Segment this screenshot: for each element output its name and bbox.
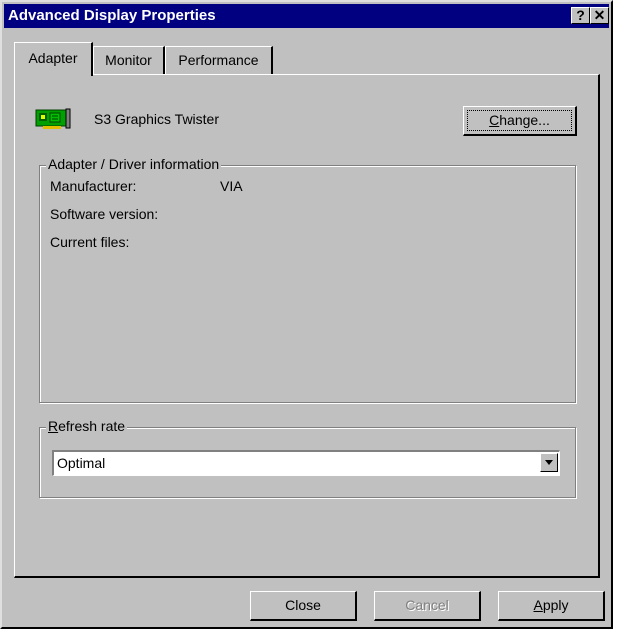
adapter-tab-panel: S3 Graphics Twister Change... Adapter / … (14, 74, 600, 578)
change-button[interactable]: Change... (463, 106, 577, 136)
manufacturer-label: Manufacturer: (50, 178, 137, 194)
tab-adapter[interactable]: Adapter (14, 42, 93, 76)
refresh-rate-value: Optimal (57, 455, 106, 471)
apply-button[interactable]: Apply (498, 591, 605, 621)
refresh-rate-legend: Refresh rate (46, 418, 128, 434)
apply-button-label: Apply (533, 597, 569, 613)
adapter-driver-info-group: Adapter / Driver information Manufacture… (39, 156, 576, 403)
help-icon: ? (576, 7, 585, 23)
tab-performance-label: Performance (178, 52, 259, 68)
adapter-name: S3 Graphics Twister (94, 111, 220, 127)
close-button-label: Close (285, 597, 321, 613)
refresh-rate-select[interactable]: Optimal (52, 450, 560, 476)
chevron-down-icon (545, 460, 553, 465)
close-button[interactable]: Close (250, 591, 357, 621)
dropdown-button[interactable] (540, 453, 558, 472)
current-files-label: Current files: (50, 234, 130, 250)
close-window-button[interactable]: ✕ (590, 7, 609, 24)
tab-performance[interactable]: Performance (165, 46, 273, 74)
cancel-button[interactable]: Cancel (374, 591, 481, 621)
title-bar[interactable]: Advanced Display Properties ? ✕ (4, 4, 609, 28)
manufacturer-value: VIA (220, 178, 243, 194)
driver-info-legend: Adapter / Driver information (46, 156, 222, 172)
software-version-label: Software version: (50, 206, 159, 222)
cancel-button-label: Cancel (405, 597, 449, 613)
close-icon: ✕ (593, 7, 606, 23)
refresh-rate-group: Refresh rate Optimal (39, 418, 576, 498)
focus-rectangle (467, 110, 572, 131)
tab-monitor[interactable]: Monitor (93, 46, 165, 74)
tab-monitor-label: Monitor (105, 52, 152, 68)
display-adapter-card-icon (35, 108, 71, 129)
window-title: Advanced Display Properties (8, 7, 216, 24)
tab-adapter-label: Adapter (28, 50, 78, 66)
help-button[interactable]: ? (571, 7, 590, 24)
